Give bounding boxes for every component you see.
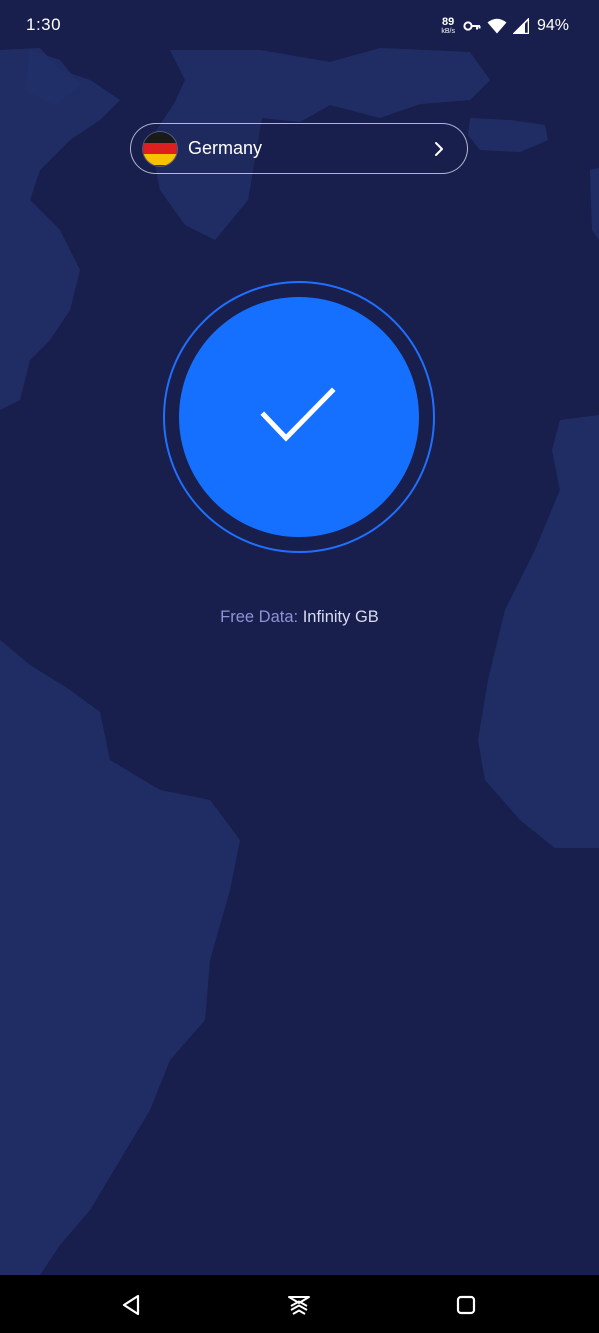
chevron-right-icon [435, 141, 443, 156]
home-icon[interactable] [286, 1292, 312, 1318]
country-name: Germany [188, 138, 263, 158]
status-bar: 1:30 89 kB/s 94% [0, 0, 599, 52]
signal-icon [512, 18, 529, 34]
checkmark-icon [260, 387, 336, 442]
battery-level: 94% [536, 17, 569, 34]
vpn-key-icon [463, 21, 481, 31]
country-selector[interactable]: Germany [130, 123, 468, 174]
vpn-home-screen: 1:30 89 kB/s 94% Germany Free Data: Infi… [0, 0, 599, 1333]
wifi-icon [487, 18, 507, 34]
network-speed-unit: kB/s [441, 28, 455, 35]
recents-icon[interactable] [453, 1292, 479, 1318]
connect-button-ring [163, 281, 435, 553]
connect-button[interactable] [179, 297, 419, 537]
free-data-info: Free Data: Infinity GB [0, 608, 599, 627]
navigation-bar [0, 1275, 599, 1333]
status-time: 1:30 [26, 15, 62, 34]
germany-flag-icon [143, 131, 177, 166]
world-map-background [0, 48, 599, 1275]
status-icons: 89 kB/s 94% [441, 14, 569, 38]
free-data-label: Free Data: [220, 608, 299, 626]
network-speed-value: 89 [442, 16, 455, 28]
free-data-value: Infinity GB [302, 608, 379, 626]
back-icon[interactable] [119, 1292, 145, 1318]
network-speed: 89 kB/s [441, 16, 455, 36]
